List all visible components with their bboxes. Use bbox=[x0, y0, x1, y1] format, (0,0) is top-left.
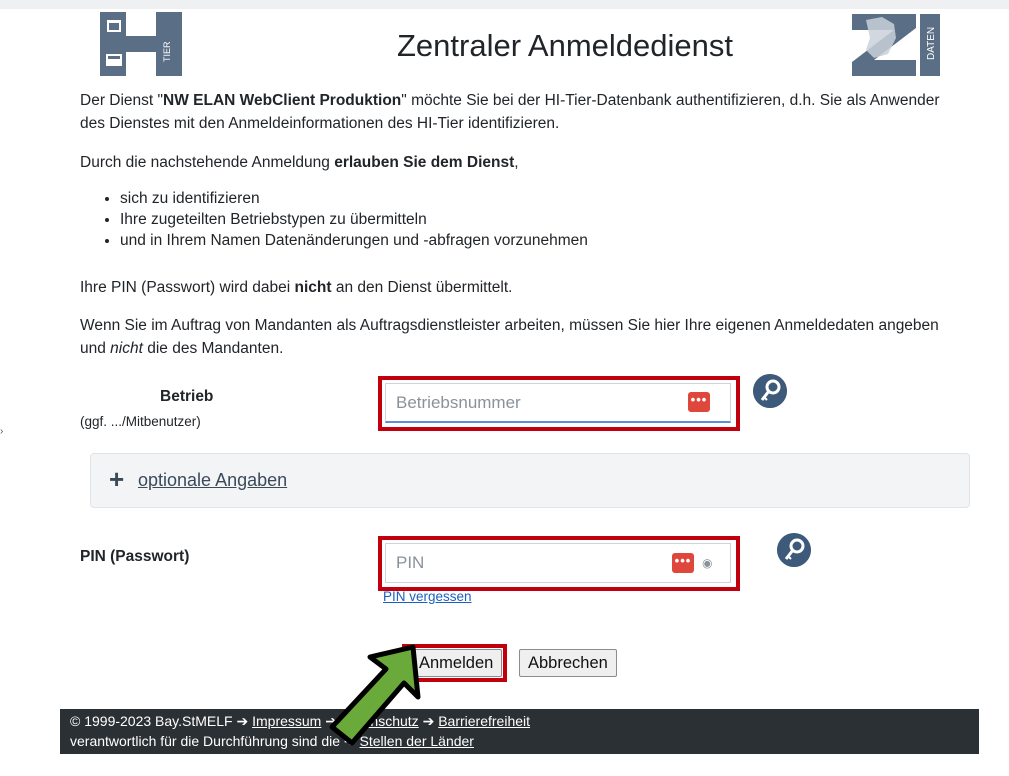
betrieb-sublabel: (ggf. .../Mitbenutzer) bbox=[80, 414, 201, 429]
password-manager-icon[interactable]: ••• bbox=[688, 392, 710, 412]
mandant-notice: Wenn Sie im Auftrag von Mandanten als Au… bbox=[80, 317, 939, 357]
list-item: Ihre zugeteilten Betriebstypen zu übermi… bbox=[120, 209, 588, 230]
eye-icon[interactable]: ◉ bbox=[702, 556, 712, 570]
top-bar bbox=[0, 0, 1009, 9]
footer: © 1999-2023 Bay.StMELF ➔ Impressum ➔ Dat… bbox=[60, 709, 979, 754]
key-icon[interactable] bbox=[777, 533, 811, 567]
optional-details-link[interactable]: optionale Angaben bbox=[138, 470, 287, 491]
pin-notice: Ihre PIN (Passwort) wird dabei nicht an … bbox=[80, 279, 513, 296]
permission-list: sich zu identifizieren Ihre zugeteilten … bbox=[80, 188, 588, 251]
optional-section[interactable]: + optionale Angaben bbox=[90, 453, 970, 508]
impressum-link[interactable]: Impressum bbox=[252, 713, 321, 729]
service-name: NW ELAN WebClient Produktion bbox=[163, 92, 402, 109]
footer-line-1: © 1999-2023 Bay.StMELF ➔ Impressum ➔ Dat… bbox=[70, 713, 531, 729]
left-edge-marker: › bbox=[0, 426, 4, 437]
password-manager-icon[interactable]: ••• bbox=[672, 553, 694, 573]
list-item: sich zu identifizieren bbox=[120, 188, 588, 209]
consent-paragraph: Durch die nachstehende Anmeldung erlaube… bbox=[80, 154, 519, 171]
green-arrow-annotation bbox=[329, 644, 421, 746]
plus-icon: + bbox=[109, 464, 125, 494]
svg-text:DATEN: DATEN bbox=[926, 27, 937, 60]
betrieb-input[interactable] bbox=[385, 383, 731, 423]
cancel-button[interactable]: Abbrechen bbox=[519, 649, 617, 677]
zi-daten-logo: DATEN bbox=[852, 14, 940, 76]
pin-label: PIN (Passwort) bbox=[80, 548, 190, 565]
list-item: und in Ihrem Namen Datenänderungen und -… bbox=[120, 230, 588, 251]
barrierefreiheit-link[interactable]: Barrierefreiheit bbox=[438, 713, 530, 729]
arrow-right-icon: ➔ bbox=[236, 713, 249, 729]
pin-forgot-link[interactable]: PIN vergessen bbox=[383, 589, 472, 604]
key-icon[interactable] bbox=[753, 374, 787, 408]
intro-paragraph: Der Dienst "NW ELAN WebClient Produktion… bbox=[80, 92, 940, 132]
betrieb-label: Betrieb bbox=[160, 388, 214, 405]
